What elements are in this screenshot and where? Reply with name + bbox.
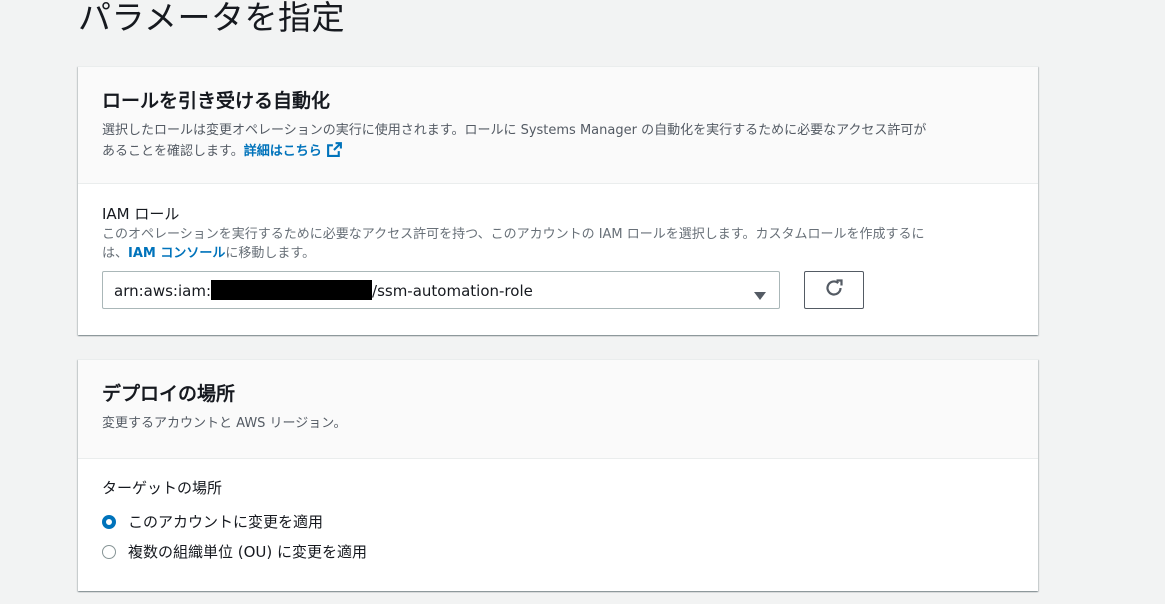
iam-console-link[interactable]: IAM コンソール [128, 246, 225, 261]
iam-role-select-value: arn:aws:iam: /ssm-automation-role [114, 280, 533, 300]
deploy-panel-header: デプロイの場所 変更するアカウントと AWS リージョン。 [78, 360, 1038, 459]
iam-role-desc-prefix: は、 [102, 246, 129, 261]
role-panel-desc-line2: あることを確認します。詳細はこちら [102, 141, 1014, 165]
iam-role-arn-suffix: /ssm-automation-role [372, 282, 533, 300]
radio-this-account-label: このアカウントに変更を適用 [128, 513, 324, 531]
page-title: パラメータを指定 [78, 0, 346, 37]
radio-multiple-ou[interactable] [102, 544, 116, 559]
radio-option-multiple-ou[interactable]: 複数の組織単位 (OU) に変更を適用 [102, 541, 367, 562]
external-link-icon [326, 141, 343, 165]
iam-role-select[interactable]: arn:aws:iam: /ssm-automation-role [102, 271, 780, 309]
iam-role-arn-prefix: arn:aws:iam: [114, 282, 212, 300]
role-panel-desc-line1: 選択したロールは変更オペレーションの実行に使用されます。ロールに Systems… [102, 123, 927, 138]
iam-role-desc-line1: このオペレーションを実行するために必要なアクセス許可を持つ、このアカウントの I… [102, 227, 925, 242]
learn-more-label: 詳細はこちら [243, 144, 322, 159]
refresh-roles-button[interactable] [804, 271, 864, 309]
target-location-label: ターゲットの場所 [102, 479, 223, 497]
deploy-panel-description: 変更するアカウントと AWS リージョン。 [102, 416, 347, 431]
radio-option-this-account[interactable]: このアカウントに変更を適用 [102, 511, 323, 532]
iam-role-label: IAM ロール [102, 205, 180, 223]
role-panel: ロールを引き受ける自動化 選択したロールは変更オペレーションの実行に使用されます… [78, 66, 1038, 335]
deploy-panel-body: ターゲットの場所 このアカウントに変更を適用 複数の組織単位 (OU) に変更を… [78, 459, 1038, 590]
iam-role-desc-suffix: に移動します。 [225, 246, 316, 261]
radio-multiple-ou-label: 複数の組織単位 (OU) に変更を適用 [128, 543, 368, 561]
learn-more-link[interactable]: 詳細はこちら [243, 142, 343, 159]
deploy-panel-heading: デプロイの場所 [102, 383, 236, 405]
role-panel-description: 選択したロールは変更オペレーションの実行に使用されます。ロールに Systems… [102, 120, 1014, 165]
deploy-panel: デプロイの場所 変更するアカウントと AWS リージョン。 ターゲットの場所 こ… [78, 359, 1038, 591]
role-panel-desc-text: あることを確認します。 [102, 144, 244, 159]
iam-role-description: このオペレーションを実行するために必要なアクセス許可を持つ、このアカウントの I… [102, 225, 1022, 263]
refresh-icon [823, 277, 845, 303]
role-panel-body: IAM ロール このオペレーションを実行するために必要なアクセス許可を持つ、この… [78, 184, 1038, 334]
iam-role-desc-line2: は、IAM コンソールに移動します。 [102, 244, 1022, 263]
redacted-account-id [211, 280, 373, 300]
role-panel-heading: ロールを引き受ける自動化 [102, 90, 331, 112]
radio-this-account[interactable] [102, 514, 116, 529]
role-panel-header: ロールを引き受ける自動化 選択したロールは変更オペレーションの実行に使用されます… [78, 67, 1038, 184]
caret-down-icon [753, 286, 767, 305]
